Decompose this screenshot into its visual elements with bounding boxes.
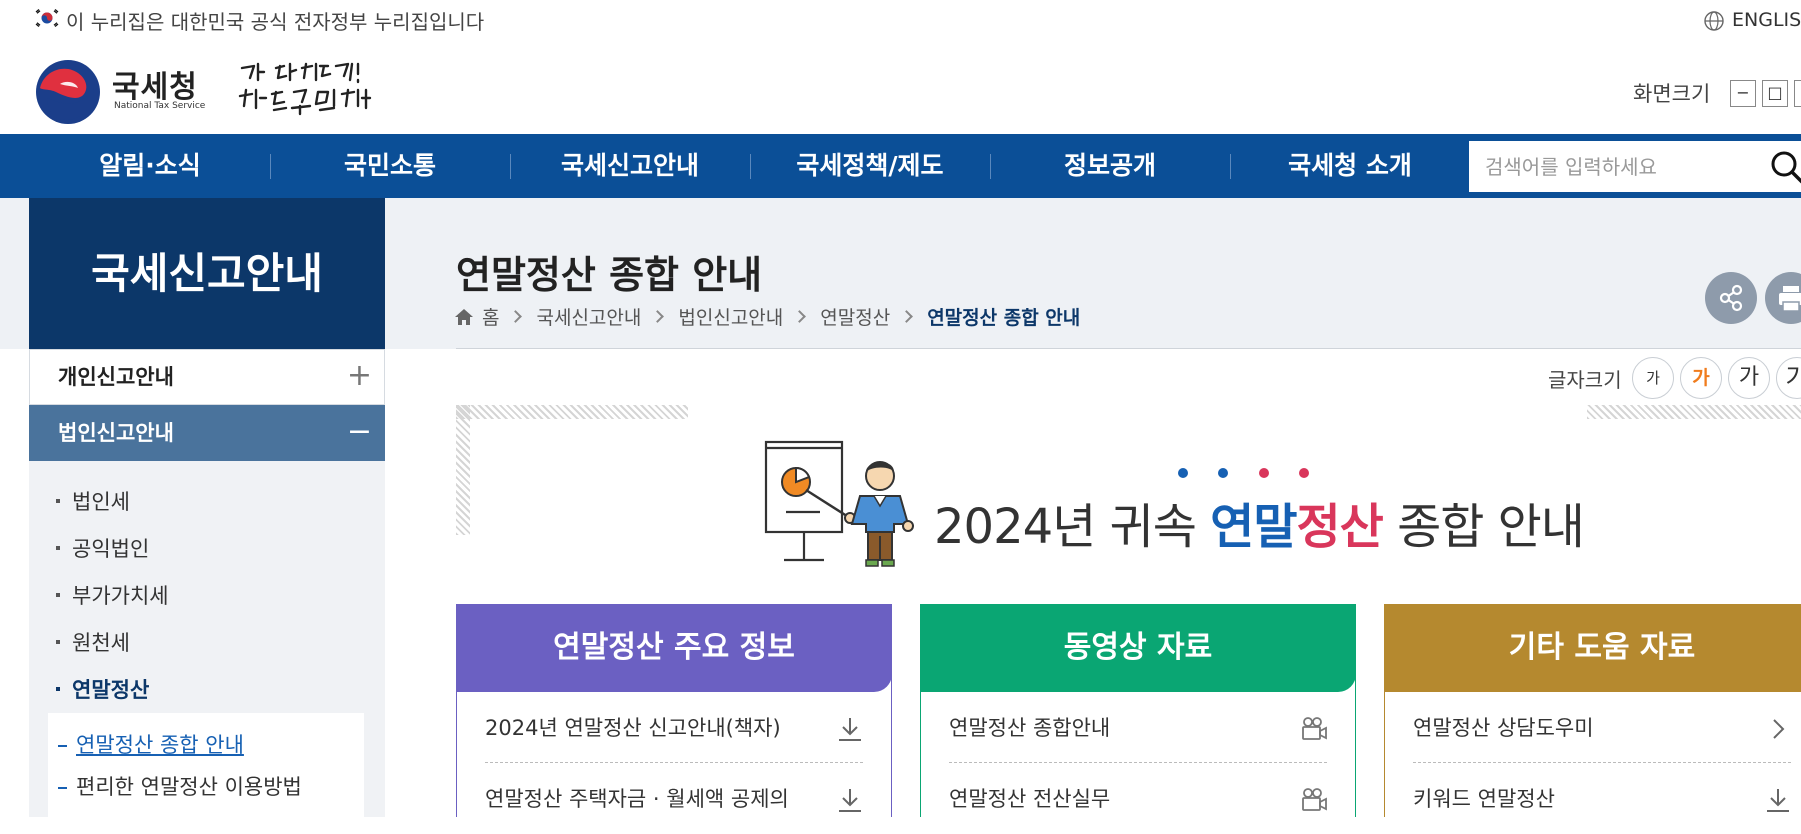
share-button[interactable] xyxy=(1705,272,1757,324)
card-row-download[interactable]: 연말정산 주택자금 · 월세액 공제의 xyxy=(485,764,863,834)
card-row-label: 연말정산 주택자금 · 월세액 공제의 xyxy=(485,787,789,811)
chevron-right-icon xyxy=(651,310,665,323)
card-title: 연말정산 주요 정보 xyxy=(456,604,892,692)
breadcrumb-current: 연말정산 종합 안내 xyxy=(927,307,1081,329)
sidebar-subitem-vat[interactable]: 부가가치세 xyxy=(56,580,169,610)
korean-flag-icon xyxy=(34,8,60,28)
screen-size-label: 화면크기 xyxy=(1633,82,1711,106)
presentation-illustration xyxy=(764,440,914,567)
card-other-resources: 기타 도움 자료 연말정산 상담도우미 키워드 연말정산 xyxy=(1384,604,1801,817)
search-box xyxy=(1469,141,1801,192)
sidebar-deep-item-overview[interactable]: 연말정산 종합 안내 xyxy=(58,729,244,759)
search-icon[interactable] xyxy=(1769,149,1801,185)
gov-banner-text: 이 누리집은 대한민국 공식 전자정부 누리집입니다 xyxy=(66,10,485,34)
sidebar-item-label: 개인신고안내 xyxy=(58,365,174,389)
font-size-label: 글자크기 xyxy=(1548,368,1622,392)
card-row-label: 키워드 연말정산 xyxy=(1413,787,1555,811)
collapse-icon[interactable]: − xyxy=(347,406,372,458)
sidebar-subitem-public-interest[interactable]: 공익법인 xyxy=(56,533,149,563)
breadcrumb: 홈 국세신고안내 법인신고안내 연말정산 연말정산 종합 안내 xyxy=(454,303,1080,333)
hero-title: 2024년 귀속 연말정산 종합 안내 xyxy=(934,499,1585,555)
emphasis-dots xyxy=(1178,468,1309,478)
expand-icon[interactable]: + xyxy=(347,350,372,402)
card-row-download[interactable]: 키워드 연말정산 xyxy=(1413,764,1791,834)
chevron-right-icon xyxy=(900,310,914,323)
card-row-video[interactable]: 연말정산 종합안내 xyxy=(949,693,1327,763)
hero-frame-hatch xyxy=(456,405,688,419)
zoom-in-button[interactable]: + xyxy=(1794,80,1801,107)
card-row-label: 연말정산 상담도우미 xyxy=(1413,716,1594,740)
globe-icon[interactable] xyxy=(1703,10,1725,32)
nts-logo-icon[interactable] xyxy=(34,58,102,126)
nav-item-about[interactable]: 국세청 소개 xyxy=(1230,134,1470,198)
sidebar-subitem-withholding[interactable]: 원천세 xyxy=(56,627,130,657)
hero-frame-hatch xyxy=(456,405,470,535)
video-camera-icon[interactable] xyxy=(1301,787,1327,813)
chevron-right-icon[interactable] xyxy=(1765,716,1791,742)
card-row-label: 2024년 연말정산 신고안내(책자) xyxy=(485,716,781,740)
sidebar-item-corporate-filing[interactable]: 법인신고안내 − xyxy=(29,405,385,461)
card-key-info: 연말정산 주요 정보 2024년 연말정산 신고안내(책자) 연말정산 주택자금… xyxy=(456,604,892,817)
language-link[interactable]: ENGLISH xyxy=(1732,9,1801,31)
print-button[interactable] xyxy=(1765,272,1801,324)
home-icon[interactable] xyxy=(454,308,474,326)
card-title: 동영상 자료 xyxy=(920,604,1356,692)
font-size-xlarge-button[interactable]: 가 xyxy=(1776,357,1801,399)
download-icon[interactable] xyxy=(837,787,863,813)
search-input[interactable] xyxy=(1469,141,1759,192)
breadcrumb-home[interactable]: 홈 xyxy=(482,303,499,330)
breadcrumb-item[interactable]: 법인신고안내 xyxy=(678,303,783,330)
sidebar-deep-menu: 연말정산 종합 안내 편리한 연말정산 이용방법 xyxy=(48,713,364,817)
sidebar-title: 국세신고안내 xyxy=(91,249,323,298)
download-icon[interactable] xyxy=(837,716,863,742)
nav-item-tax-policy[interactable]: 국세정책/제도 xyxy=(750,134,990,198)
gov-banner: 이 누리집은 대한민국 공식 전자정부 누리집입니다 ENGLISH xyxy=(0,0,1801,34)
share-icon xyxy=(1719,284,1743,312)
card-title: 기타 도움 자료 xyxy=(1384,604,1801,692)
card-row-video[interactable]: 연말정산 전산실무 xyxy=(949,764,1327,834)
divider xyxy=(456,348,1801,349)
card-row-link[interactable]: 연말정산 상담도우미 xyxy=(1413,693,1791,763)
slogan-calligraphy-image xyxy=(238,62,372,116)
hero-frame-hatch xyxy=(1587,405,1801,419)
video-camera-icon[interactable] xyxy=(1301,716,1327,742)
sidebar-deep-item-how-to[interactable]: 편리한 연말정산 이용방법 xyxy=(58,771,302,801)
breadcrumb-item[interactable]: 국세신고안내 xyxy=(536,303,641,330)
card-row-label: 연말정산 종합안내 xyxy=(949,716,1111,740)
logo-text[interactable]: 국세청 xyxy=(112,62,198,106)
nav-item-communication[interactable]: 국민소통 xyxy=(270,134,510,198)
sidebar-subitem-year-end[interactable]: 연말정산 xyxy=(56,674,149,704)
logo-subtext: National Tax Service xyxy=(114,101,206,111)
font-size-default-button[interactable]: 가 xyxy=(1680,357,1722,399)
breadcrumb-item[interactable]: 연말정산 xyxy=(820,303,890,330)
sidebar-item-label: 법인신고안내 xyxy=(58,421,174,445)
card-videos: 동영상 자료 연말정산 종합안내 연말정산 전산실무 xyxy=(920,604,1356,817)
printer-icon xyxy=(1779,286,1801,312)
sidebar-item-personal-filing[interactable]: 개인신고안내 + xyxy=(29,349,385,405)
zoom-out-button[interactable]: − xyxy=(1730,80,1756,107)
font-size-large-button[interactable]: 가 xyxy=(1728,357,1770,399)
sidebar-subitem-corporate-tax[interactable]: 법인세 xyxy=(56,486,130,516)
font-size-small-button[interactable]: 가 xyxy=(1632,357,1674,399)
chevron-right-icon xyxy=(509,310,523,323)
card-row-download[interactable]: 2024년 연말정산 신고안내(책자) xyxy=(485,693,863,763)
zoom-reset-button[interactable]: □ xyxy=(1762,80,1788,107)
sidebar-title-box: 국세신고안내 xyxy=(29,198,385,349)
download-icon[interactable] xyxy=(1765,787,1791,813)
nav-item-disclosure[interactable]: 정보공개 xyxy=(990,134,1230,198)
nav-item-tax-filing[interactable]: 국세신고안내 xyxy=(510,134,750,198)
nav-item-news[interactable]: 알림·소식 xyxy=(30,134,270,198)
card-row-label: 연말정산 전산실무 xyxy=(949,787,1111,811)
page-title: 연말정산 종합 안내 xyxy=(456,253,763,297)
chevron-right-icon xyxy=(793,310,807,323)
